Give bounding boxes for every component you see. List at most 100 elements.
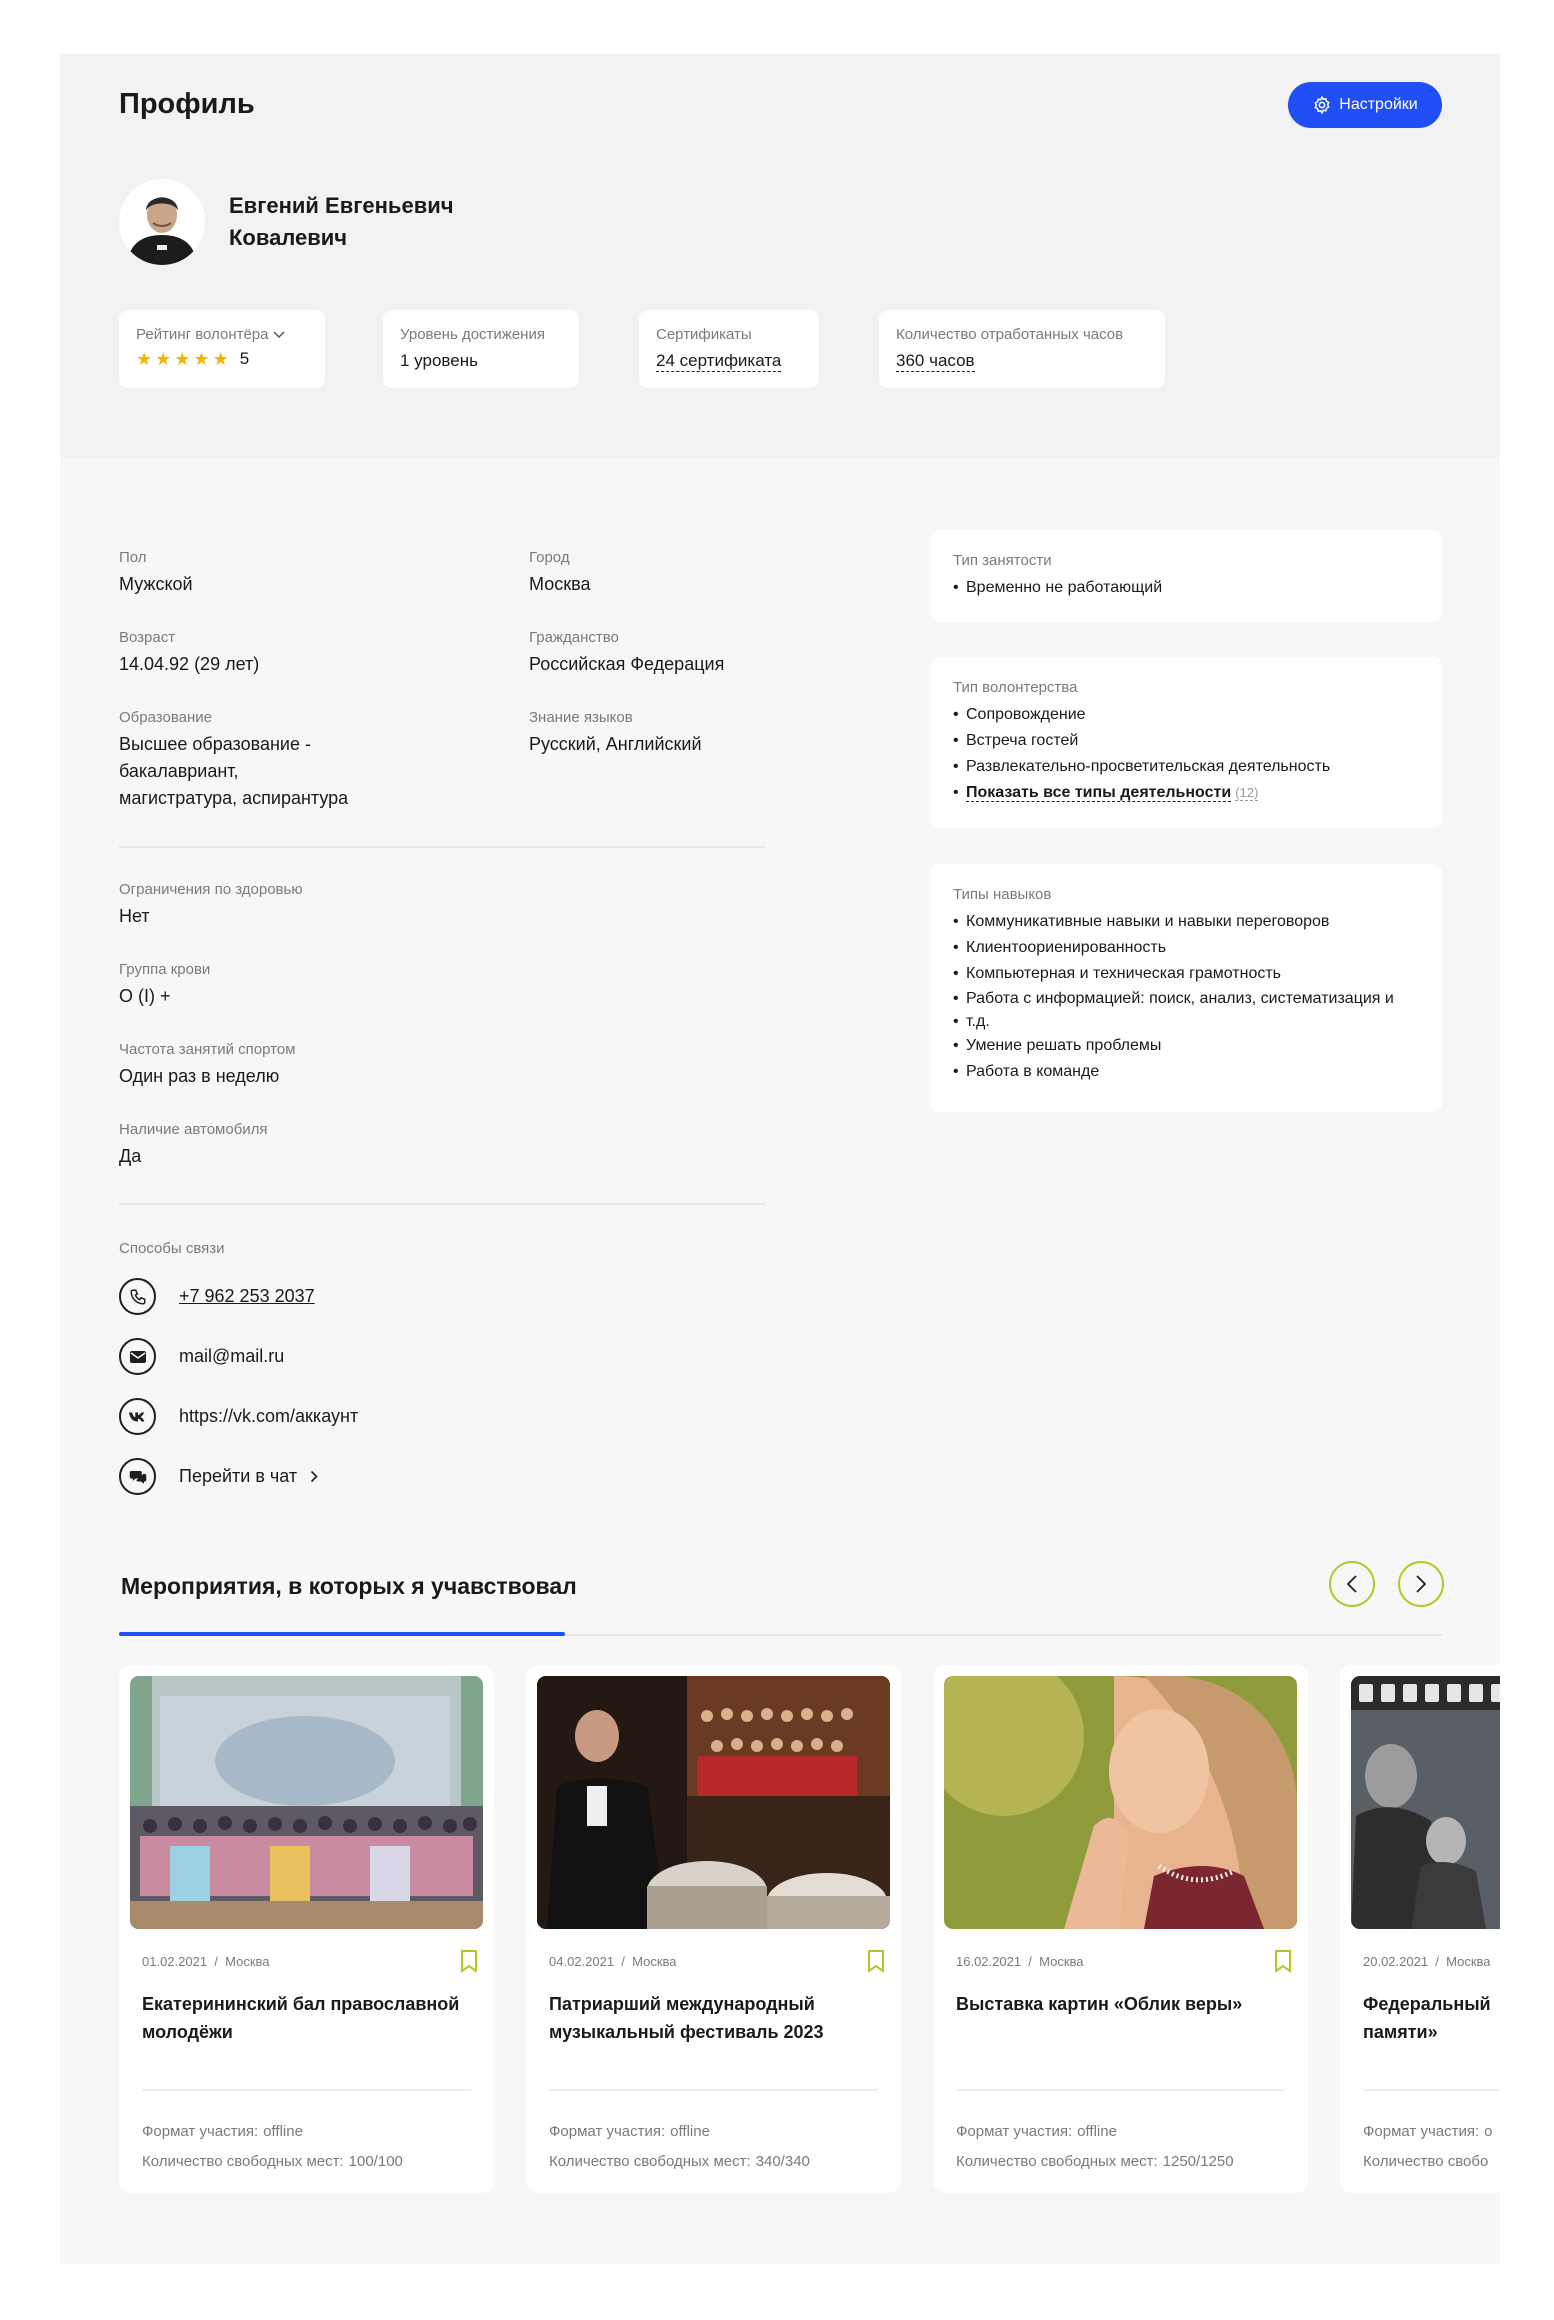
event-city: Москва — [632, 1954, 677, 1969]
event-city: Москва — [1446, 1954, 1491, 1969]
event-title[interactable]: Федеральный памяти» — [1363, 1990, 1500, 2046]
chevron-down-icon[interactable] — [272, 330, 285, 339]
event-meta: 16.02.2021 / Москва — [956, 1954, 1084, 1969]
event-card[interactable]: 04.02.2021 / Москва Патриарший междунаро… — [526, 1665, 901, 2193]
event-title-line: Федеральный — [1363, 1994, 1491, 2014]
events-tab[interactable]: Мероприятия, в которых я учавствовал — [121, 1573, 577, 1600]
event-card[interactable]: 16.02.2021 / Москва Выставка картин «Обл… — [933, 1665, 1308, 2193]
hours-label: Количество отработанных часов — [896, 326, 1124, 343]
skill-item: Работа в команде — [953, 1059, 1419, 1085]
phone-contact[interactable]: +7 962 253 2037 — [119, 1278, 315, 1315]
show-all-link[interactable]: Показать все типы деятельности — [966, 784, 1232, 802]
event-card[interactable]: 01.02.2021 / Москва Екатерининский бал п… — [119, 1665, 494, 2193]
star-icon: ★ — [212, 349, 229, 369]
hours-stat[interactable]: Количество отработанных часов 360 часов — [879, 310, 1165, 388]
chat-contact[interactable]: Перейти в чат — [119, 1458, 318, 1495]
event-date: 20.02.2021 — [1363, 1954, 1429, 1969]
rating-stat[interactable]: Рейтинг волонтёра ★ ★ ★ ★ ★ 5 — [119, 310, 325, 388]
field-label: Образование — [119, 709, 212, 726]
field-label: Знание языков — [529, 709, 633, 726]
seats-value: 1250/1250 — [1162, 2153, 1234, 2170]
page-title: Профиль — [119, 88, 255, 120]
field-value: Один раз в неделю — [119, 1066, 280, 1086]
seats-label: Количество свобо — [1363, 2153, 1489, 2170]
chevron-right-icon — [311, 1470, 318, 1483]
profile-header: Профиль Настройки Евгений Евгеньевич Ков… — [60, 54, 1500, 458]
tab-active-indicator — [119, 1632, 565, 1636]
event-card[interactable]: 20.02.2021 / Москва Федеральный памяти» … — [1340, 1665, 1500, 2193]
star-icon: ★ — [174, 349, 191, 369]
settings-label: Настройки — [1339, 96, 1418, 113]
event-meta: 01.02.2021 / Москва — [142, 1954, 270, 1969]
star-icon: ★ — [193, 349, 210, 369]
chat-link[interactable]: Перейти в чат — [179, 1466, 297, 1487]
show-all-item[interactable]: Показать все типы деятельности(12) — [953, 780, 1419, 806]
mail-icon — [119, 1338, 156, 1375]
email-link[interactable]: mail@mail.ru — [179, 1346, 284, 1367]
vk-icon — [119, 1398, 156, 1435]
card-divider — [142, 2089, 471, 2091]
carousel-prev-button[interactable] — [1329, 1561, 1375, 1607]
health-restrictions-field: Ограничения по здоровью Нет — [119, 881, 303, 930]
seats-value: 340/340 — [755, 2153, 810, 2170]
field-label: Группа крови — [119, 961, 211, 978]
education-line: Высшее образование - — [119, 734, 311, 754]
event-title[interactable]: Екатерининский бал православной молодёжи — [142, 1990, 482, 2046]
age-field: Возраст 14.04.92 (29 лет) — [119, 629, 259, 678]
event-title[interactable]: Патриарший международный музыкальный фес… — [549, 1990, 889, 2046]
field-label: Наличие автомобиля — [119, 1121, 268, 1138]
event-info: Формат участия: offline Количество свобод… — [956, 2117, 1234, 2177]
card-divider — [956, 2089, 1285, 2091]
citizenship-field: Гражданство Российская Федерация — [529, 629, 724, 678]
bookmark-icon[interactable] — [1274, 1949, 1292, 1973]
avatar — [119, 179, 205, 265]
skill-item-continuation: т.д. — [953, 1011, 1419, 1033]
event-title-line: памяти» — [1363, 2022, 1438, 2042]
format-value: o — [1484, 2123, 1493, 2140]
event-image — [130, 1676, 483, 1929]
format-label: Формат участия: — [142, 2123, 259, 2140]
field-value: Нет — [119, 906, 150, 926]
vk-link[interactable]: https://vk.com/аккаунт — [179, 1406, 358, 1427]
languages-field: Знание языков Русский, Английский — [529, 709, 702, 758]
section-divider — [119, 1203, 765, 1205]
show-all-count: (12) — [1235, 785, 1259, 801]
contacts-title: Способы связи — [119, 1240, 225, 1257]
rating-stars: ★ ★ ★ ★ ★ 5 — [136, 349, 308, 369]
rating-value: 5 — [239, 349, 250, 368]
skills-card: Типы навыков Коммуникативные навыки и на… — [930, 864, 1442, 1112]
profile-page: Профиль Настройки Евгений Евгеньевич Ков… — [60, 54, 1500, 2264]
bookmark-icon[interactable] — [867, 1949, 885, 1973]
level-stat: Уровень достижения 1 уровень — [383, 310, 579, 388]
car-field: Наличие автомобиля Да — [119, 1121, 268, 1170]
rating-label: Рейтинг волонтёра — [136, 326, 269, 343]
email-contact[interactable]: mail@mail.ru — [119, 1338, 284, 1375]
certificates-link[interactable]: 24 сертификата — [656, 351, 782, 372]
city-field: Город Москва — [529, 549, 590, 598]
settings-button[interactable]: Настройки — [1288, 82, 1442, 128]
certificates-stat[interactable]: Сертификаты 24 сертификата — [639, 310, 819, 388]
hours-link[interactable]: 360 часов — [896, 351, 975, 372]
blood-group-field: Группа крови O (I) + — [119, 961, 210, 1010]
phone-link[interactable]: +7 962 253 2037 — [179, 1286, 315, 1307]
event-meta: 20.02.2021 / Москва — [1363, 1954, 1491, 1969]
carousel-next-button[interactable] — [1398, 1561, 1444, 1607]
format-value: offline — [670, 2123, 710, 2140]
event-info: Формат участия: o Количество свобо — [1363, 2117, 1493, 2177]
skills-label: Типы навыков — [953, 886, 1052, 903]
skill-item: Работа с информацией: поиск, анализ, сис… — [953, 987, 1419, 1011]
event-image — [537, 1676, 890, 1929]
certificates-label: Сертификаты — [656, 326, 752, 343]
event-date: 16.02.2021 — [956, 1954, 1022, 1969]
bookmark-icon[interactable] — [460, 1949, 478, 1973]
level-value: 1 уровень — [400, 351, 478, 370]
format-label: Формат участия: — [1363, 2123, 1480, 2140]
field-value: Москва — [529, 574, 591, 594]
vk-contact[interactable]: https://vk.com/аккаунт — [119, 1398, 358, 1435]
format-label: Формат участия: — [549, 2123, 666, 2140]
event-title[interactable]: Выставка картин «Облик веры» — [956, 1990, 1296, 2018]
field-value: O (I) + — [119, 986, 171, 1006]
card-divider — [1363, 2089, 1500, 2091]
sport-frequency-field: Частота занятий спортом Один раз в недел… — [119, 1041, 296, 1090]
volunteering-item: Встреча гостей — [953, 728, 1419, 754]
